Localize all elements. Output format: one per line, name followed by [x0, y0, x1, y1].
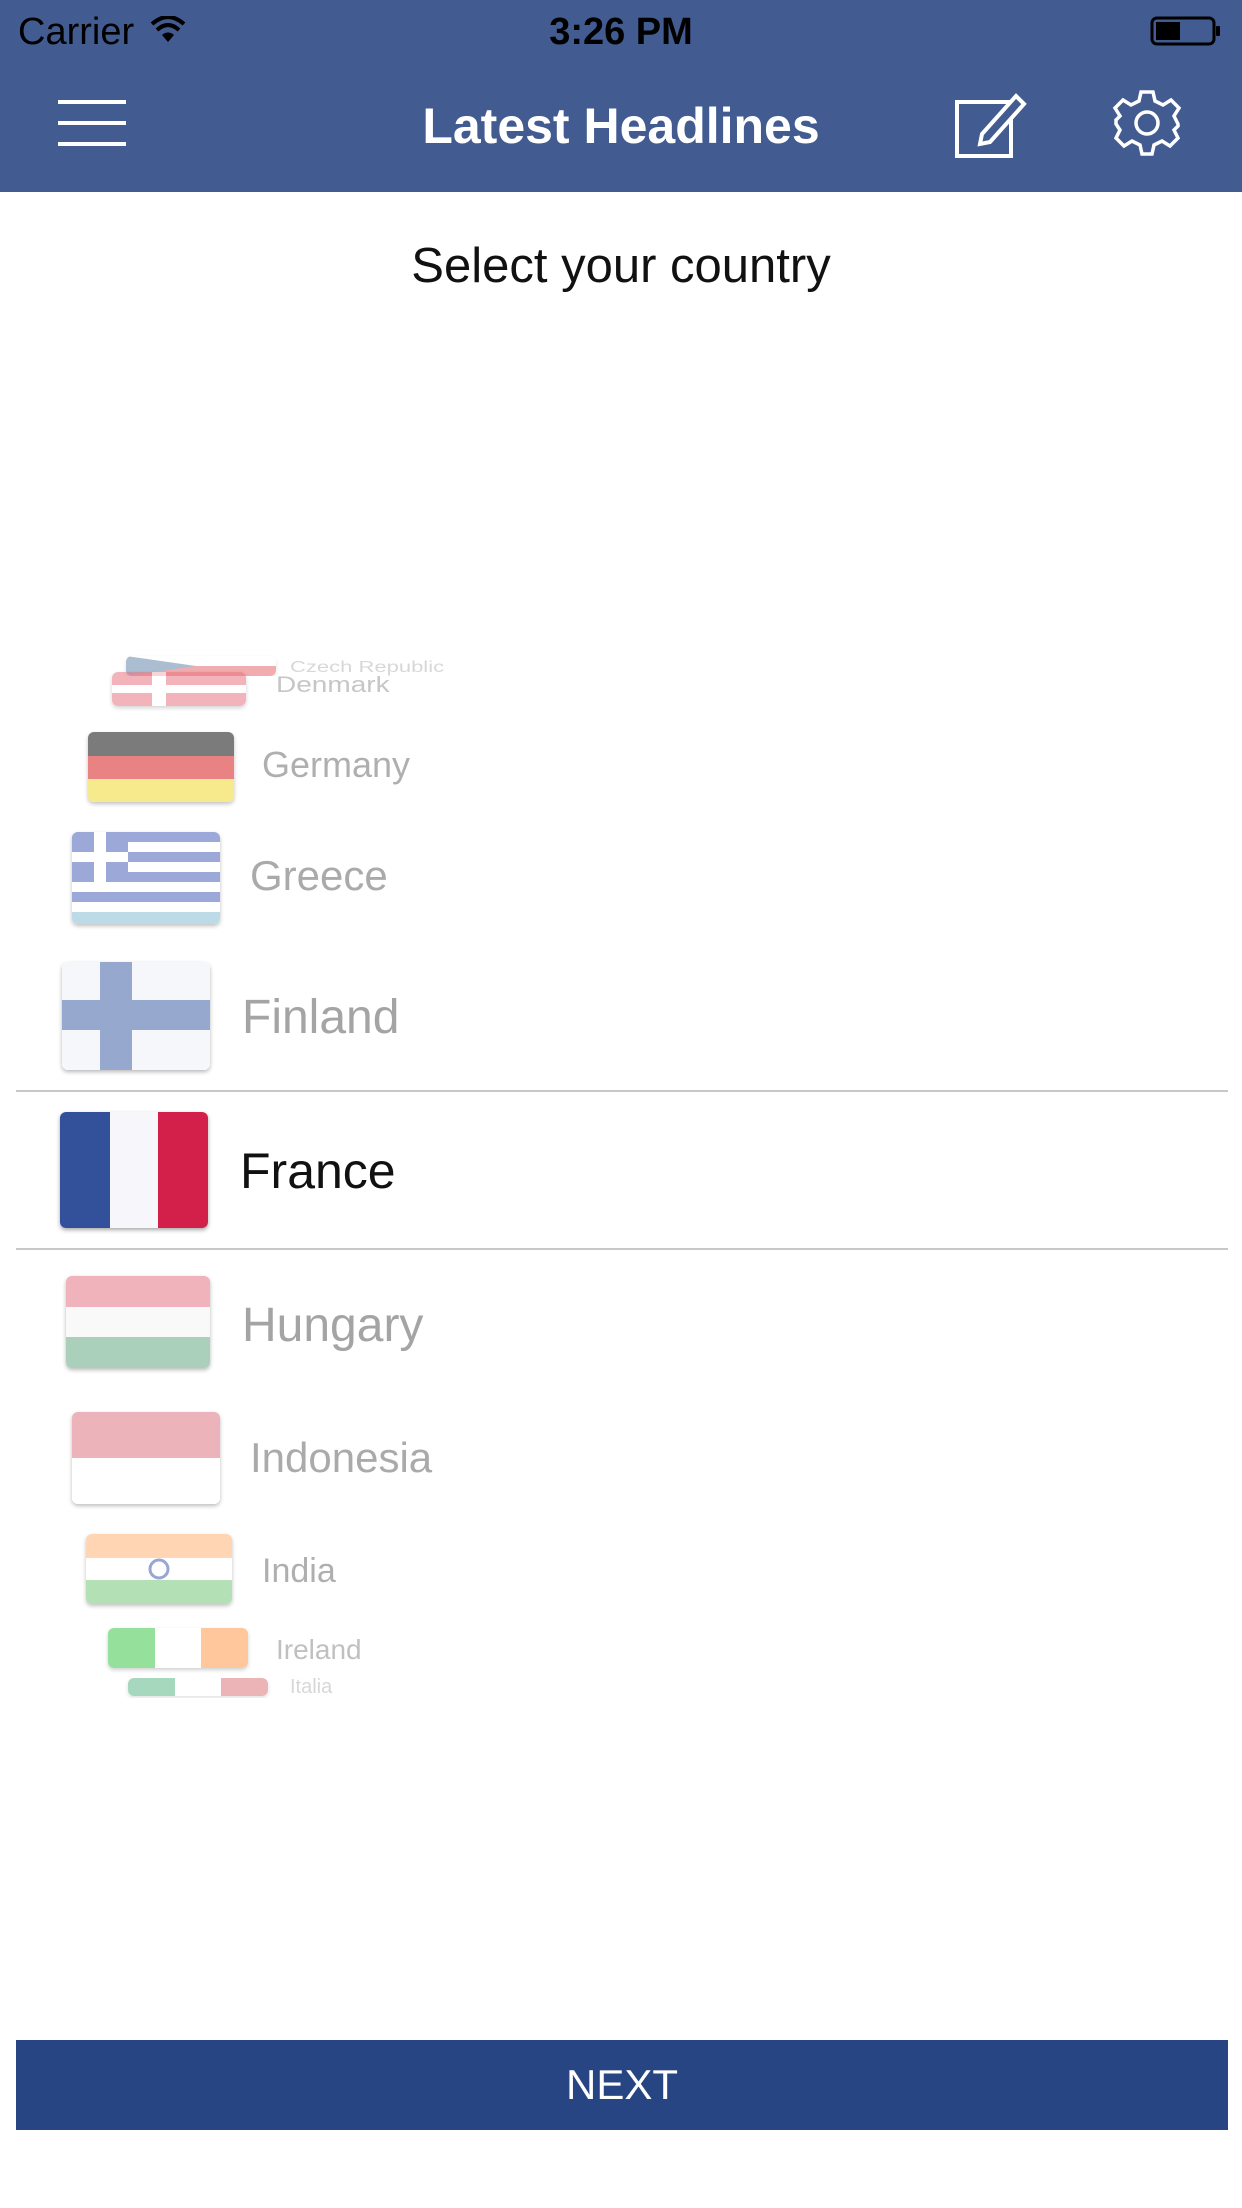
ireland-flag-icon [108, 1628, 248, 1668]
germany-flag-icon [88, 732, 234, 802]
select-country-title: Select your country [411, 239, 831, 293]
picker-item-indonesia[interactable]: Indonesia [0, 1412, 1242, 1508]
battery-icon [1150, 16, 1220, 46]
france-flag-icon [60, 1112, 208, 1228]
india-flag-icon [86, 1534, 232, 1604]
picker-item-label: Germany [262, 744, 411, 785]
picker-item-india[interactable]: India [0, 1534, 1242, 1608]
picker-item-greece[interactable]: Greece [0, 832, 1242, 928]
italy-flag-icon [128, 1678, 268, 1696]
country-picker[interactable]: Czech Republic Denmark Germany Greece Fi… [0, 620, 1242, 1700]
picker-item-italia[interactable]: Italia [0, 1678, 1242, 1698]
greece-flag-icon [72, 832, 220, 924]
picker-item-label: Denmark [276, 672, 390, 697]
denmark-flag-icon [112, 672, 246, 706]
picker-item-denmark[interactable]: Denmark [0, 666, 1242, 712]
top-bar: Carrier 3:26 PM Latest Headlines [0, 0, 1242, 192]
gear-icon[interactable] [1112, 88, 1182, 158]
picker-item-label: Hungary [242, 1299, 424, 1352]
status-time: 3:26 PM [549, 11, 693, 53]
compose-icon[interactable] [954, 86, 1028, 160]
indonesia-flag-icon [72, 1412, 220, 1504]
picker-item-hungary[interactable]: Hungary [0, 1276, 1242, 1372]
picker-item-germany[interactable]: Germany [0, 732, 1242, 806]
next-button[interactable]: NEXT [16, 2040, 1228, 2130]
picker-item-label: Ireland [276, 1634, 362, 1665]
picker-item-ireland[interactable]: Ireland [0, 1624, 1242, 1672]
picker-item-label: Greece [250, 852, 388, 899]
picker-item-label: Finland [242, 991, 400, 1044]
picker-selection-bottom-line [16, 1248, 1228, 1250]
picker-item-label: Indonesia [250, 1434, 433, 1481]
page-title: Latest Headlines [422, 98, 820, 154]
picker-item-france[interactable]: France [0, 1110, 1242, 1230]
picker-item-label: Italia [290, 1678, 333, 1698]
picker-item-finland[interactable]: Finland [0, 962, 1242, 1072]
finland-flag-icon [62, 962, 210, 1070]
picker-selection-top-line [16, 1090, 1228, 1092]
picker-item-label: France [240, 1143, 396, 1199]
picker-item-label: India [262, 1552, 336, 1590]
hungary-flag-icon [66, 1276, 210, 1368]
